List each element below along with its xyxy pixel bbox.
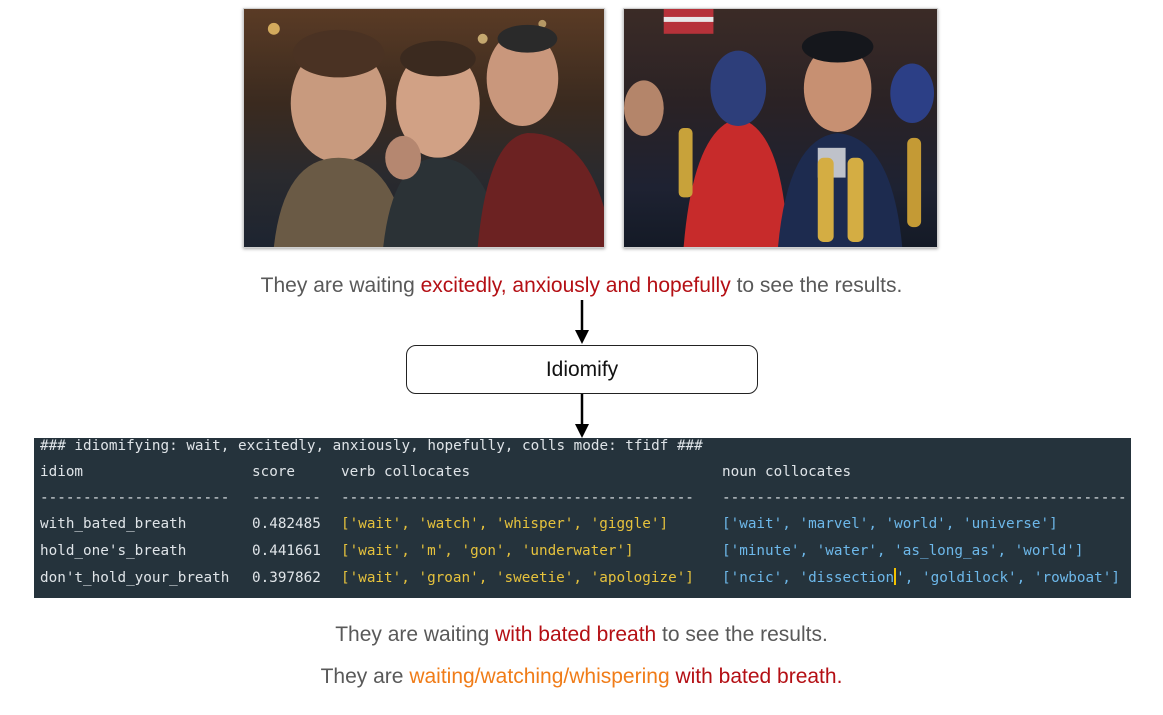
row-noun-collocates: ['ncic', 'dissection ', 'goldilock', 'row… xyxy=(722,568,1120,588)
row-noun-collocates: ['minute', 'water', 'as_long_as', 'world… xyxy=(722,543,1084,559)
column-header-score: score xyxy=(252,464,296,480)
divider-idiom: ---------------------- xyxy=(40,490,230,506)
column-header-idiom: idiom xyxy=(40,464,84,480)
idiomify-process-box: Idiomify xyxy=(406,345,758,394)
output-1-prefix: They are waiting xyxy=(335,623,496,646)
header-divider: ---------------------- -------- --------… xyxy=(40,488,1127,508)
divider-verb: ----------------------------------------… xyxy=(341,490,694,506)
column-headers: idiom score verb collocates noun colloca… xyxy=(40,462,851,482)
output-1-suffix: to see the results. xyxy=(656,623,828,646)
row-score: 0.482485 xyxy=(252,516,321,532)
output-2-prefix: They are xyxy=(320,665,410,688)
noun-collocates-before-cursor: ['ncic', 'dissection xyxy=(722,570,895,586)
row-idiom: don't_hold_your_breath xyxy=(40,570,230,586)
output-1-highlight: with bated breath xyxy=(495,623,657,646)
table-row: with_bated_breath 0.482485 ['wait', 'wat… xyxy=(40,514,1058,534)
terminal-header: ### idiomifying: wait, excitedly, anxiou… xyxy=(40,438,703,454)
column-header-verb-collocates: verb collocates xyxy=(341,464,471,480)
input-sentence: They are waiting excitedly, anxiously an… xyxy=(0,274,1163,298)
row-idiom: hold_one's_breath xyxy=(40,543,187,559)
input-sentence-suffix: to see the results. xyxy=(730,274,903,297)
table-row: don't_hold_your_breath 0.397862 ['wait',… xyxy=(40,568,1120,588)
crowd-photo-left xyxy=(243,8,605,248)
terminal-output: ### idiomifying: wait, excitedly, anxiou… xyxy=(34,438,1131,598)
down-arrow-icon xyxy=(575,394,589,438)
idiomify-label: Idiomify xyxy=(545,357,619,381)
crowd-photo-right xyxy=(623,8,938,248)
divider-score: -------- xyxy=(252,490,321,506)
divider-noun: ----------------------------------------… xyxy=(722,490,1127,506)
row-noun-collocates: ['wait', 'marvel', 'world', 'universe'] xyxy=(722,516,1058,532)
output-2-highlight-orange: waiting/watching/whispering xyxy=(409,665,670,688)
noun-collocates-after-cursor: ', 'goldilock', 'rowboat'] xyxy=(896,570,1120,586)
output-2-highlight-red: with bated breath. xyxy=(669,665,843,688)
input-sentence-prefix: They are waiting xyxy=(260,274,421,297)
row-verb-collocates: ['wait', 'watch', 'whisper', 'giggle'] xyxy=(341,516,669,532)
row-idiom: with_bated_breath xyxy=(40,516,187,532)
table-row: hold_one's_breath 0.441661 ['wait', 'm',… xyxy=(40,541,1084,561)
column-header-noun-collocates: noun collocates xyxy=(722,464,852,480)
row-verb-collocates: ['wait', 'groan', 'sweetie', 'apologize'… xyxy=(341,570,694,586)
input-sentence-highlight: excitedly, anxiously and hopefully xyxy=(420,274,731,297)
output-sentence-1: They are waiting with bated breath to se… xyxy=(0,623,1163,647)
row-score: 0.397862 xyxy=(252,570,321,586)
output-sentence-2: They are waiting/watching/whispering wit… xyxy=(0,665,1163,689)
row-score: 0.441661 xyxy=(252,543,321,559)
row-verb-collocates: ['wait', 'm', 'gon', 'underwater'] xyxy=(341,543,634,559)
down-arrow-icon xyxy=(575,300,589,344)
